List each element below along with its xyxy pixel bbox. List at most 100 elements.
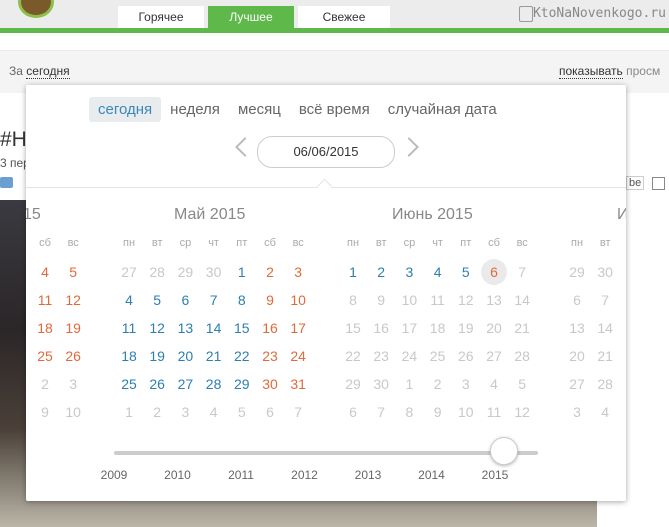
- calendar-day-selected[interactable]: 6: [481, 259, 507, 285]
- date-input[interactable]: 06/06/2015: [257, 136, 395, 168]
- calendar-day[interactable]: 4: [31, 261, 59, 283]
- calendar-day[interactable]: 1: [228, 261, 256, 283]
- year-slider-track[interactable]: [114, 451, 538, 455]
- calendar-day[interactable]: 23: [256, 345, 284, 367]
- calendar-day[interactable]: 8: [228, 289, 256, 311]
- year-label[interactable]: 2009: [94, 468, 134, 482]
- calendar-day[interactable]: 9: [256, 289, 284, 311]
- calendar-day: 7: [294, 404, 303, 420]
- save-icon[interactable]: [652, 177, 665, 190]
- calendar-day[interactable]: 12: [59, 289, 87, 311]
- calendar-day[interactable]: 5: [452, 261, 480, 283]
- year-label[interactable]: 2014: [412, 468, 452, 482]
- tab-best[interactable]: Лучшее: [208, 6, 294, 28]
- calendar-day[interactable]: 18: [115, 345, 143, 367]
- show-link[interactable]: показывать: [559, 64, 623, 79]
- calendar-day[interactable]: 29: [228, 373, 256, 395]
- calendar-day: 17: [401, 320, 418, 336]
- calendar-day[interactable]: 25: [31, 345, 59, 367]
- chevron-left-icon[interactable]: [235, 137, 255, 157]
- tab-hot[interactable]: Горячее: [118, 6, 204, 28]
- calendar-day: 30: [205, 264, 222, 280]
- calendar-day[interactable]: 27: [171, 373, 199, 395]
- calendar-day: 5: [237, 404, 246, 420]
- calendar-day[interactable]: 16: [256, 317, 284, 339]
- calendar-day: 10: [458, 404, 474, 420]
- period-today[interactable]: сегодня: [89, 97, 162, 122]
- calendar-day[interactable]: 5: [143, 289, 171, 311]
- calendar-day[interactable]: 13: [171, 317, 199, 339]
- calendar-day[interactable]: 26: [59, 345, 87, 367]
- year-label[interactable]: 2011: [221, 468, 261, 482]
- chevron-right-icon[interactable]: [399, 137, 419, 157]
- calendar-day[interactable]: 6: [171, 289, 199, 311]
- calendar-day[interactable]: 2: [256, 261, 284, 283]
- calendar-day[interactable]: 15: [228, 317, 256, 339]
- weekday-header: пн: [122, 237, 136, 249]
- period-all-time[interactable]: всё время: [290, 97, 379, 122]
- year-label[interactable]: 2015: [475, 468, 515, 482]
- calendar-day[interactable]: 14: [200, 317, 228, 339]
- calendar-day[interactable]: 3: [395, 261, 423, 283]
- calendar-day: 29: [345, 376, 361, 392]
- calendar-day[interactable]: 20: [171, 345, 199, 367]
- calendar-day: 21: [597, 348, 613, 364]
- weekday-header: чт: [208, 237, 219, 249]
- calendar-day[interactable]: 12: [143, 317, 171, 339]
- calendar-day[interactable]: 2: [367, 261, 395, 283]
- weekday-header: пт: [460, 237, 472, 249]
- period-month[interactable]: месяц: [229, 97, 290, 122]
- calendar-day: 12: [514, 404, 530, 420]
- calendar-day: 9: [433, 404, 442, 420]
- calendar-day: 20: [569, 348, 585, 364]
- tab-fresh[interactable]: Свежее: [298, 6, 390, 28]
- calendar-day[interactable]: 4: [424, 261, 452, 283]
- calendar-day[interactable]: 25: [115, 373, 143, 395]
- calendar-day[interactable]: 11: [115, 317, 143, 339]
- period-random-date[interactable]: случайная дата: [379, 97, 506, 122]
- calendar-day[interactable]: 22: [228, 345, 256, 367]
- weekday-header: пт: [236, 237, 248, 249]
- calendar-day[interactable]: 18: [31, 317, 59, 339]
- calendar-day: 7: [601, 292, 610, 308]
- site-watermark-icon: [519, 6, 533, 22]
- weekday-header: пн: [346, 237, 360, 249]
- year-label[interactable]: 2012: [285, 468, 325, 482]
- calendar-day: 27: [569, 376, 585, 392]
- year-label[interactable]: 2010: [158, 468, 198, 482]
- weekday-header: сб: [488, 237, 500, 249]
- calendar-day[interactable]: 3: [284, 261, 312, 283]
- period-dropdown-link[interactable]: сегодня: [26, 64, 70, 79]
- calendar-day[interactable]: 21: [200, 345, 228, 367]
- calendar-day[interactable]: 4: [115, 289, 143, 311]
- weekday-header: вт: [151, 237, 163, 249]
- calendar-day[interactable]: 31: [284, 373, 312, 395]
- year-slider-handle[interactable]: [490, 437, 518, 465]
- calendar-day[interactable]: 10: [284, 289, 312, 311]
- calendar-day[interactable]: 5: [59, 261, 87, 283]
- calendar-day: 26: [458, 348, 474, 364]
- calendar-day[interactable]: 19: [59, 317, 87, 339]
- weekday-header: вс: [516, 237, 528, 249]
- period-week[interactable]: неделя: [161, 97, 229, 122]
- year-label[interactable]: 2013: [348, 468, 388, 482]
- calendar-day[interactable]: 30: [256, 373, 284, 395]
- date-picker-popup: сегодня неделя месяц всё время случайная…: [26, 85, 626, 501]
- calendar-day[interactable]: 28: [200, 373, 228, 395]
- calendar-day[interactable]: 1: [339, 261, 367, 283]
- calendar-day[interactable]: 24: [284, 345, 312, 367]
- calendar-day: 2: [153, 404, 162, 420]
- weekday-header: пн: [570, 237, 584, 249]
- calendar-day[interactable]: 7: [200, 289, 228, 311]
- calendar-day: 27: [121, 264, 137, 280]
- site-watermark: KtoNaNovenkogo.ru: [532, 6, 666, 21]
- calendar-day[interactable]: 26: [143, 373, 171, 395]
- weekday-header: чт: [432, 237, 443, 249]
- main-tabs: Горячее Лучшее Свежее: [118, 6, 394, 28]
- calendar-day: 2: [433, 376, 442, 392]
- calendar-day[interactable]: 19: [143, 345, 171, 367]
- calendar-day[interactable]: 11: [31, 289, 59, 311]
- calendar-day[interactable]: 17: [284, 317, 312, 339]
- weekday-header: вт: [599, 237, 611, 249]
- youtube-badge[interactable]: be: [626, 176, 645, 190]
